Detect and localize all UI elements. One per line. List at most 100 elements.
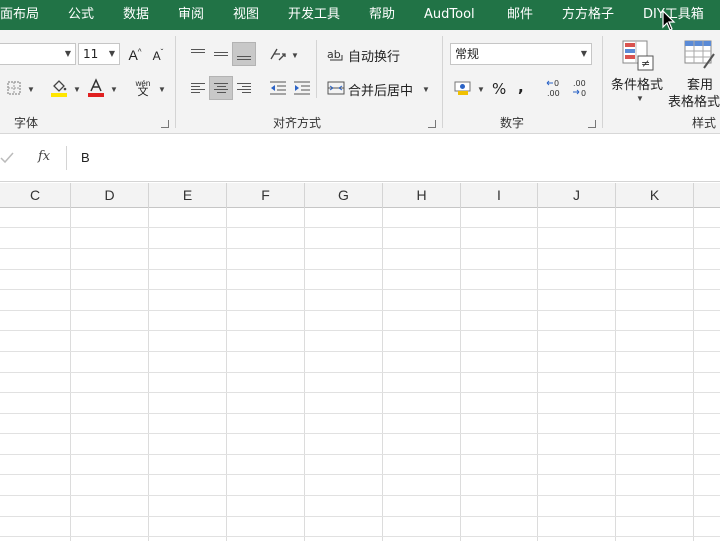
wrap-text-icon: ab bbox=[327, 48, 343, 61]
grid-line bbox=[226, 208, 227, 541]
column-header-c[interactable]: C bbox=[0, 183, 71, 208]
enter-check-icon[interactable] bbox=[0, 152, 14, 164]
formula-input[interactable]: B bbox=[66, 146, 720, 170]
phonetic-guide-button[interactable]: wén 文 bbox=[131, 76, 155, 100]
formula-buttons: fx bbox=[0, 146, 64, 170]
decrease-decimal-icon-button[interactable]: .00 0 bbox=[570, 76, 594, 100]
decrease-indent-button[interactable] bbox=[266, 76, 290, 100]
fill-color-button[interactable] bbox=[47, 76, 71, 100]
grid-line bbox=[382, 208, 383, 541]
column-header-h[interactable]: H bbox=[383, 183, 461, 208]
borders-button[interactable] bbox=[2, 76, 26, 100]
grow-font-icon: A^ bbox=[128, 47, 142, 63]
grow-font-button[interactable]: A^ bbox=[123, 43, 147, 67]
font-size-combo[interactable]: 11 ▼ bbox=[78, 43, 120, 65]
alignment-group-label: 对齐方式 bbox=[273, 116, 322, 130]
align-middle-button[interactable] bbox=[209, 42, 233, 66]
align-right-button[interactable] bbox=[232, 76, 256, 100]
number-dialog-launcher-icon[interactable] bbox=[588, 120, 596, 128]
increase-decimal-icon: 0.00 bbox=[546, 79, 560, 98]
column-header-d[interactable]: D bbox=[71, 183, 149, 208]
svg-text:0: 0 bbox=[581, 89, 586, 98]
tab-audtool[interactable]: AudTool bbox=[424, 0, 475, 30]
font-color-button[interactable] bbox=[84, 76, 108, 100]
borders-icon bbox=[7, 81, 21, 95]
grid-line bbox=[0, 269, 720, 270]
tab-formulas[interactable]: 公式 bbox=[68, 0, 94, 30]
font-size-value: 11 bbox=[83, 47, 99, 61]
align-top-button[interactable] bbox=[186, 42, 210, 66]
align-left-icon bbox=[191, 81, 205, 95]
phonetic-bottom-text: 文 bbox=[137, 86, 149, 98]
align-bottom-button[interactable] bbox=[232, 42, 256, 66]
conditional-format-button[interactable]: ≠ 条件格式 ▼ bbox=[608, 36, 670, 108]
chevron-down-icon[interactable]: ▼ bbox=[73, 85, 81, 94]
merge-center-label[interactable]: 合并后居中 bbox=[348, 80, 413, 99]
chevron-down-icon: ▼ bbox=[64, 49, 71, 58]
grid-line bbox=[0, 536, 720, 537]
tab-data[interactable]: 数据 bbox=[123, 0, 149, 30]
shrink-font-button[interactable]: Aˇ bbox=[146, 43, 170, 67]
comma-style-button[interactable]: , bbox=[518, 78, 524, 96]
svg-text:ab: ab bbox=[327, 48, 341, 61]
merge-center-icon bbox=[327, 81, 345, 95]
tab-mail[interactable]: 邮件 bbox=[507, 0, 533, 30]
group-separator bbox=[175, 36, 176, 128]
tab-developer[interactable]: 开发工具 bbox=[288, 0, 340, 30]
format-as-table-icon bbox=[684, 40, 715, 69]
grid-line bbox=[0, 289, 720, 290]
column-header-f[interactable]: F bbox=[227, 183, 305, 208]
alignment-dialog-launcher-icon[interactable] bbox=[428, 120, 436, 128]
grid-line bbox=[0, 310, 720, 311]
font-name-combo[interactable]: ▼ bbox=[0, 43, 76, 65]
chevron-down-icon[interactable]: ▼ bbox=[422, 85, 430, 94]
currency-icon bbox=[454, 81, 471, 95]
column-header-k[interactable]: K bbox=[616, 183, 694, 208]
grid-line bbox=[0, 248, 720, 249]
chevron-down-icon: ▼ bbox=[580, 49, 587, 58]
chevron-down-icon[interactable]: ▼ bbox=[158, 85, 166, 94]
insert-function-button[interactable]: fx bbox=[38, 149, 50, 164]
tab-view[interactable]: 视图 bbox=[233, 0, 259, 30]
increase-decimal-button[interactable]: 0.00 bbox=[544, 76, 568, 100]
tab-review[interactable]: 审阅 bbox=[178, 0, 204, 30]
conditional-format-label: 条件格式 bbox=[611, 78, 664, 93]
percent-style-button[interactable]: % bbox=[492, 80, 506, 98]
column-header-i[interactable]: I bbox=[461, 183, 538, 208]
styles-group-label: 样式 bbox=[692, 116, 717, 130]
merge-center-button[interactable] bbox=[324, 76, 348, 100]
align-left-button[interactable] bbox=[186, 76, 210, 100]
ribbon: ▼ 11 ▼ A^ Aˇ ▼ ▼ ▼ wén 文 ▼ 字体 ▼ ab 自动换行 … bbox=[0, 30, 720, 134]
align-middle-icon bbox=[214, 50, 228, 58]
wrap-text-label[interactable]: 自动换行 bbox=[348, 46, 400, 65]
chevron-down-icon[interactable]: ▼ bbox=[291, 51, 299, 60]
grid-line bbox=[693, 208, 694, 541]
text-orientation-icon bbox=[270, 48, 286, 61]
format-as-table-button[interactable]: 套用 表格格式 bbox=[668, 36, 720, 110]
grid-line bbox=[0, 474, 720, 475]
column-header-l[interactable] bbox=[694, 183, 720, 208]
svg-text:.00: .00 bbox=[573, 79, 586, 88]
tab-page-layout[interactable]: 面布局 bbox=[0, 0, 39, 30]
grid-line bbox=[0, 372, 720, 373]
increase-indent-button[interactable] bbox=[290, 76, 314, 100]
accounting-format-button[interactable] bbox=[452, 76, 476, 100]
font-dialog-launcher-icon[interactable] bbox=[161, 120, 169, 128]
cell-grid[interactable] bbox=[0, 208, 720, 541]
orientation-button[interactable] bbox=[266, 42, 290, 66]
decrease-decimal-icon: .000 bbox=[573, 79, 586, 98]
wrap-text-button[interactable]: ab bbox=[324, 42, 348, 66]
tab-help[interactable]: 帮助 bbox=[369, 0, 395, 30]
font-group-label: 字体 bbox=[14, 116, 39, 130]
group-separator bbox=[442, 36, 443, 128]
tab-fangfang[interactable]: 方方格子 bbox=[562, 0, 614, 30]
column-header-e[interactable]: E bbox=[149, 183, 227, 208]
align-center-button[interactable] bbox=[209, 76, 233, 100]
chevron-down-icon[interactable]: ▼ bbox=[110, 85, 118, 94]
grid-line bbox=[615, 208, 616, 541]
column-header-g[interactable]: G bbox=[305, 183, 383, 208]
column-header-j[interactable]: J bbox=[538, 183, 616, 208]
number-format-combo[interactable]: 常规 ▼ bbox=[450, 43, 592, 65]
chevron-down-icon[interactable]: ▼ bbox=[477, 85, 485, 94]
chevron-down-icon[interactable]: ▼ bbox=[27, 85, 35, 94]
